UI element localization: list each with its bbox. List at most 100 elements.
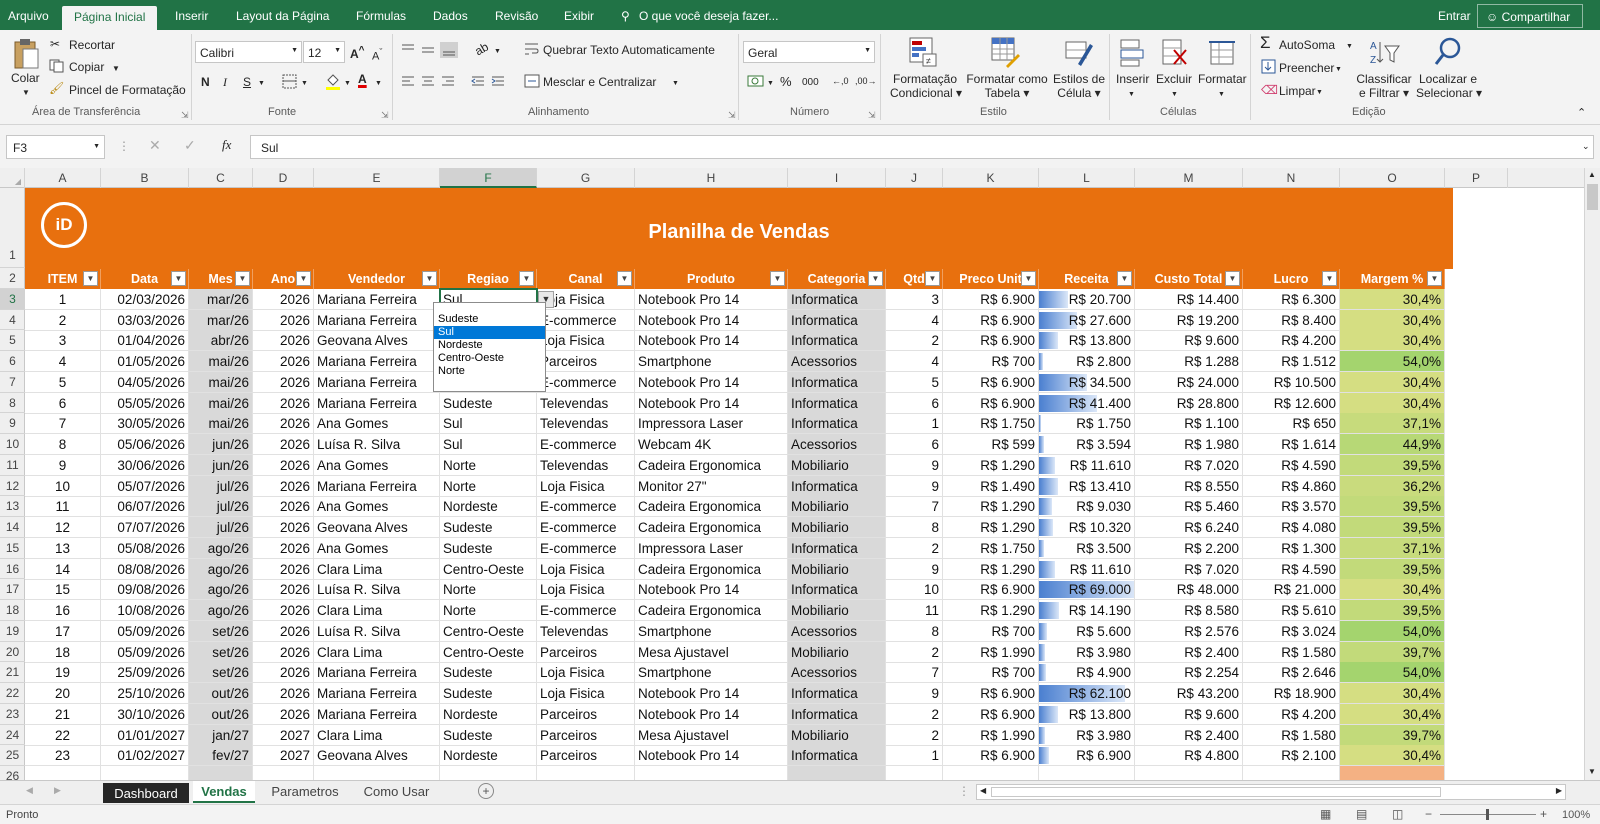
font-name-combo[interactable]: Calibri ▼ bbox=[195, 41, 302, 63]
borders-icon[interactable] bbox=[282, 74, 298, 89]
table-cell[interactable]: R$ 6.900 bbox=[943, 309, 1039, 331]
filter-dropdown-icon[interactable]: ▼ bbox=[519, 271, 534, 286]
table-cell[interactable]: R$ 5.600 bbox=[1039, 620, 1135, 642]
table-cell[interactable]: 5 bbox=[886, 371, 943, 393]
table-cell[interactable]: R$ 13.800 bbox=[1039, 703, 1135, 725]
fill-button[interactable]: Preencher bbox=[1279, 61, 1334, 75]
table-cell[interactable]: Sudeste bbox=[440, 392, 537, 414]
table-cell[interactable]: out/26 bbox=[189, 703, 253, 725]
tab-revisao[interactable]: Revisão bbox=[495, 9, 538, 23]
table-cell[interactable]: Luísa R. Silva bbox=[314, 579, 440, 601]
table-cell[interactable]: R$ 6.900 bbox=[943, 288, 1039, 310]
table-cell[interactable]: Mobiliario bbox=[788, 641, 886, 663]
row-header[interactable]: 12 bbox=[0, 476, 25, 497]
table-cell[interactable]: 14 bbox=[25, 558, 101, 580]
table-cell[interactable]: R$ 3.594 bbox=[1039, 434, 1135, 455]
table-cell[interactable]: 30/06/2026 bbox=[101, 454, 189, 476]
table-cell[interactable]: 19 bbox=[25, 662, 101, 684]
table-cell[interactable]: Informatica bbox=[788, 371, 886, 393]
table-cell[interactable]: Acessorios bbox=[788, 662, 886, 684]
table-cell[interactable]: Televendas bbox=[537, 454, 635, 476]
table-cell[interactable]: Televendas bbox=[537, 620, 635, 642]
table-cell[interactable]: Televendas bbox=[537, 413, 635, 435]
expand-formula-icon[interactable]: ⌄ bbox=[1582, 139, 1590, 153]
table-cell[interactable]: E-commerce bbox=[537, 496, 635, 518]
table-cell[interactable]: Mariana Ferreira bbox=[314, 288, 440, 310]
table-cell[interactable]: R$ 24.000 bbox=[1135, 371, 1243, 393]
table-cell[interactable]: R$ 62.100 bbox=[1039, 683, 1135, 704]
table-cell[interactable]: 01/04/2026 bbox=[101, 330, 189, 352]
underline-button[interactable]: S bbox=[243, 75, 251, 89]
column-header-h[interactable]: H bbox=[635, 168, 788, 188]
table-cell[interactable]: Loja Fisica bbox=[537, 662, 635, 684]
collapse-ribbon-icon[interactable]: ⌃ bbox=[1577, 106, 1586, 120]
table-cell[interactable]: 2026 bbox=[253, 330, 314, 352]
table-cell[interactable]: R$ 34.500 bbox=[1039, 371, 1135, 393]
table-cell[interactable]: Parceiros bbox=[537, 703, 635, 725]
table-cell[interactable]: Sul bbox=[440, 434, 537, 455]
table-cell[interactable]: 2027 bbox=[253, 724, 314, 746]
column-header-d[interactable]: D bbox=[253, 168, 314, 188]
table-cell[interactable]: Webcam 4K bbox=[635, 434, 788, 455]
increase-decimal-icon[interactable]: ←,0 bbox=[832, 74, 849, 88]
table-cell[interactable]: Informatica bbox=[788, 745, 886, 767]
scroll-left-icon[interactable]: ◀ bbox=[980, 786, 986, 795]
table-cell[interactable]: 05/09/2026 bbox=[101, 641, 189, 663]
table-cell[interactable]: jun/26 bbox=[189, 454, 253, 476]
table-cell[interactable]: Notebook Pro 14 bbox=[635, 330, 788, 352]
table-cell[interactable]: 36,2% bbox=[1340, 475, 1445, 497]
table-cell[interactable]: Nordeste bbox=[440, 703, 537, 725]
table-cell[interactable]: Informatica bbox=[788, 330, 886, 352]
row-header[interactable]: 13 bbox=[0, 496, 25, 517]
table-cell[interactable]: Cadeira Ergonomica bbox=[635, 600, 788, 621]
table-cell[interactable]: 6 bbox=[886, 392, 943, 414]
cut-button[interactable]: Recortar bbox=[69, 38, 115, 52]
table-cell[interactable]: R$ 2.800 bbox=[1039, 351, 1135, 372]
table-cell[interactable]: 09/08/2026 bbox=[101, 579, 189, 601]
zoom-level[interactable]: 100% bbox=[1562, 809, 1590, 821]
copy-button[interactable]: Copiar bbox=[69, 60, 104, 74]
table-cell[interactable]: 2026 bbox=[253, 537, 314, 559]
italic-button[interactable]: I bbox=[223, 75, 227, 89]
table-cell[interactable] bbox=[25, 766, 101, 780]
table-cell[interactable] bbox=[886, 766, 943, 780]
bold-button[interactable]: N bbox=[201, 75, 210, 89]
table-cell[interactable]: Luísa R. Silva bbox=[314, 620, 440, 642]
table-cell[interactable]: R$ 43.200 bbox=[1135, 683, 1243, 704]
table-cell[interactable]: R$ 4.590 bbox=[1243, 558, 1340, 580]
table-cell[interactable]: 2026 bbox=[253, 351, 314, 372]
table-cell[interactable]: R$ 13.800 bbox=[1039, 330, 1135, 352]
row-header[interactable]: 4 bbox=[0, 310, 25, 331]
insert-dropdown-icon[interactable]: ▼ bbox=[1128, 88, 1135, 102]
table-cell[interactable]: Loja Fisica bbox=[537, 683, 635, 704]
row-header[interactable]: 20 bbox=[0, 642, 25, 663]
table-cell[interactable]: Norte bbox=[440, 600, 537, 621]
paste-dropdown-icon[interactable]: ▼ bbox=[22, 86, 30, 100]
row-header[interactable]: 18 bbox=[0, 600, 25, 621]
tab-dados[interactable]: Dados bbox=[433, 9, 468, 23]
table-cell[interactable]: R$ 2.646 bbox=[1243, 662, 1340, 684]
column-header-f[interactable]: F bbox=[440, 168, 537, 188]
table-cell[interactable]: Impressora Laser bbox=[635, 413, 788, 435]
filter-dropdown-icon[interactable]: ▼ bbox=[1322, 271, 1337, 286]
table-cell[interactable]: R$ 7.020 bbox=[1135, 558, 1243, 580]
table-cell[interactable]: R$ 4.080 bbox=[1243, 517, 1340, 538]
table-cell[interactable]: Informatica bbox=[788, 392, 886, 414]
table-cell[interactable]: R$ 1.614 bbox=[1243, 434, 1340, 455]
table-cell[interactable]: 9 bbox=[886, 454, 943, 476]
table-cell[interactable]: 39,5% bbox=[1340, 496, 1445, 518]
table-cell[interactable]: Mesa Ajustavel bbox=[635, 641, 788, 663]
table-cell[interactable]: 2027 bbox=[253, 745, 314, 767]
table-cell[interactable] bbox=[1135, 766, 1243, 780]
row-header[interactable]: 7 bbox=[0, 372, 25, 393]
table-cell[interactable]: R$ 1.290 bbox=[943, 558, 1039, 580]
table-cell[interactable]: 6 bbox=[25, 392, 101, 414]
table-cell[interactable]: jun/26 bbox=[189, 434, 253, 455]
row-header[interactable]: 17 bbox=[0, 579, 25, 600]
table-cell[interactable]: R$ 1.300 bbox=[1243, 537, 1340, 559]
font-color-icon[interactable]: A bbox=[358, 72, 367, 86]
table-cell[interactable]: R$ 2.576 bbox=[1135, 620, 1243, 642]
table-cell[interactable]: 4 bbox=[25, 351, 101, 372]
horizontal-scrollbar[interactable]: ◀ ▶ bbox=[976, 784, 1566, 800]
table-cell[interactable]: E-commerce bbox=[537, 371, 635, 393]
